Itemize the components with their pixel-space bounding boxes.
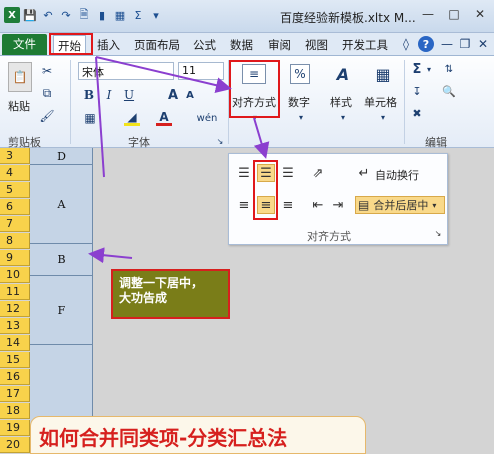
arrow-to-merged-cell — [88, 247, 133, 264]
callout-line-1: 调整一下居中， — [119, 276, 204, 290]
annotation-callout: 调整一下居中， 大功告成 — [111, 269, 230, 319]
banner-title: 如何合并同类项-分类汇总法 — [39, 426, 288, 450]
arrow-to-dropdown — [253, 117, 270, 159]
title-banner: 如何合并同类项-分类汇总法 — [30, 416, 366, 454]
callout-line-2: 大功告成 — [119, 291, 168, 305]
annotation-arrows — [88, 56, 270, 264]
arrow-to-column — [95, 56, 105, 178]
arrow-to-alignment — [95, 56, 232, 94]
